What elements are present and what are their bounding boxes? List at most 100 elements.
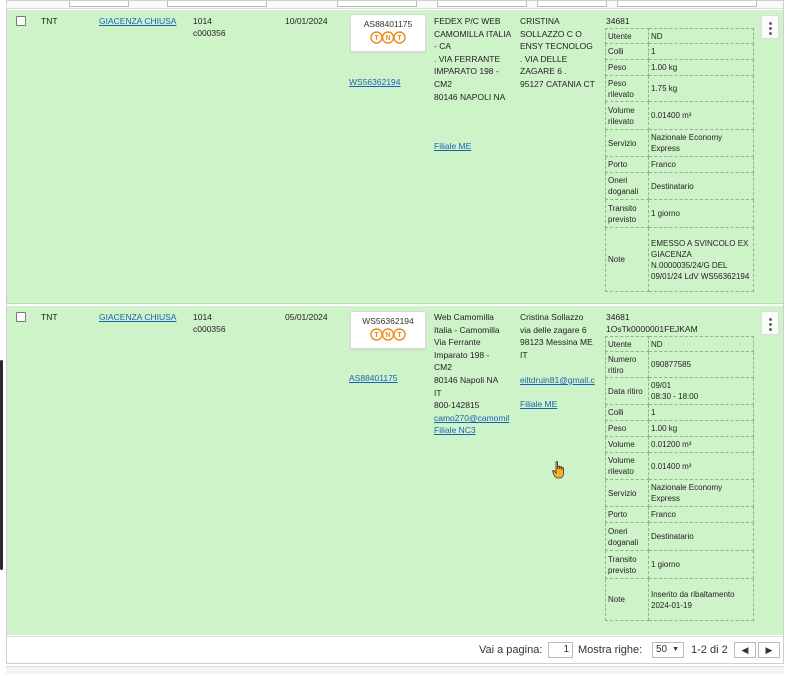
details-key: Volume rilevato [605,452,649,480]
checkbox-icon[interactable] [16,312,26,322]
horizontal-scrollbar[interactable] [6,666,784,674]
details-row: Note EMESSO A SVINCOLO EX GIACENZA N.0000… [605,227,754,292]
caret-down-icon: ▼ [672,646,679,653]
filter-input[interactable] [337,1,417,7]
carrier-name: TNT [41,16,58,26]
sender-line: Web Camomilla [434,312,494,322]
details-key: Peso rilevato [605,75,649,102]
details-key: Utente [605,28,649,44]
details-key: Transito previsto [605,550,649,579]
table-row: TNT GIACENZA CHIUSA 1014 c000356 10/01/2… [7,10,783,304]
details-key: Volume [605,436,649,453]
details-value: EMESSO A SVINCOLO EX GIACENZA N.0000035/… [648,227,754,292]
details-table: Utente ND Colli 1 Peso 1.00 kg Peso rilevat… [605,28,754,292]
sidebar-edge [0,360,3,570]
linked-waybill[interactable]: WS56362194 [349,76,401,89]
page-input[interactable]: 1 [548,642,573,658]
sender-address: Web Camomilla Italia - Camomilla Via Fer… [434,311,516,437]
sender-address: FEDEX P/C WEB CAMOMILLA ITALIA - CA . VI… [434,15,511,103]
filter-input[interactable] [537,1,607,7]
details-value: 1.00 kg [648,420,754,437]
details-row: Volume 0.01200 m³ [605,436,754,453]
customer-subcode: c000356 [193,324,226,334]
details-value: Franco [648,156,754,173]
details-header: 34681 [606,16,630,26]
details-value: Nazionale Economy Express [648,479,754,507]
sender-line: IT [434,387,442,398]
sender-email-link[interactable]: camo270@camomil [434,412,516,425]
linked-waybill[interactable]: AS88401175 [349,372,398,385]
details-row: Utente ND [605,336,754,352]
details-key: Colli [605,43,649,60]
filter-input[interactable] [69,1,129,7]
kebab-menu-icon[interactable] [761,15,779,39]
sender-line: 80146 NAPOLI NA [434,91,506,102]
tracking-code: WS56362194 [362,316,414,326]
details-value: 0.01200 m³ [648,436,754,453]
status-link[interactable]: GIACENZA CHIUSA [99,15,176,28]
details-value: 1.00 kg [648,59,754,76]
svg-text:N: N [385,35,390,42]
details-key: Note [605,227,649,292]
kebab-menu-icon[interactable] [761,311,779,335]
details-value: 1 giorno [648,550,754,579]
recipient-filiale-link[interactable]: Filiale ME [520,398,557,411]
details-value: Franco [648,506,754,523]
sender-line: 800-142815 [434,400,480,411]
recipient-line: 95127 CATANIA CT [520,78,595,89]
recipient-email-link[interactable]: eiltdruin81@gmail.c [520,374,602,387]
shipments-grid: TNT GIACENZA CHIUSA 1014 c000356 10/01/2… [6,0,784,664]
details-value: ND [648,336,754,352]
details-key: Utente [605,336,649,352]
details-key: Colli [605,404,649,421]
details-value: ND [648,28,754,44]
recipient-line: . VIA DELLE [520,53,568,64]
sender-line: CM2 [434,362,452,373]
sender-line: Italia - Camomilla [434,324,500,335]
details-value: Nazionale Economy Express [648,129,754,157]
sender-filiale-link[interactable]: Filiale NC3 [434,424,516,437]
details-row: Oneri doganali Destinatario [605,172,754,200]
details-row: Peso rilevato 1.75 kg [605,75,754,102]
recipient-address: Cristina Sollazzo via delle zagare 6 981… [520,311,593,361]
recipient-address: CRISTINA SOLLAZZO C O ENSY TECNOLOG . VI… [520,15,595,91]
recipient-line: SOLLAZZO C O [520,28,582,39]
sender-filiale-link[interactable]: Filiale ME [434,140,471,153]
details-value: 1 giorno [648,199,754,228]
svg-text:T: T [397,35,402,42]
details-row: Servizio Nazionale Economy Express [605,129,754,157]
status-link[interactable]: GIACENZA CHIUSA [99,311,176,324]
details-key: Peso [605,59,649,76]
details-row: Colli 1 [605,404,754,421]
details-key: Oneri doganali [605,172,649,200]
recipient-line: 98123 Messina ME [520,337,593,348]
chevron-left-icon[interactable]: ◀ [734,642,756,658]
recipient-line: ENSY TECNOLOG [520,41,593,52]
details-row: Servizio Nazionale Economy Express [605,479,754,507]
recipient-line: CRISTINA [520,16,560,26]
details-row: Volume rilevato 0.01400 m³ [605,452,754,480]
details-row: Transito previsto 1 giorno [605,550,754,579]
filter-input[interactable] [437,1,527,7]
details-value: 0.01400 m³ [648,452,754,480]
filter-input[interactable] [167,1,267,7]
table-row: TNT GIACENZA CHIUSA 1014 c000356 05/01/2… [7,306,783,635]
sender-line: Via Ferrante [434,337,481,348]
details-subheader: 1OsTk0000001FEJKAM [606,324,698,334]
details-value: Destinatario [648,522,754,551]
details-value: 090877585 [648,351,754,378]
details-key: Note [605,578,649,621]
tracking-code: AS88401175 [363,19,413,29]
checkbox-icon[interactable] [16,16,26,26]
details-row: Oneri doganali Destinatario [605,522,754,551]
filter-input[interactable] [617,1,757,7]
chevron-right-icon[interactable]: ▶ [758,642,780,658]
details-row: Transito previsto 1 giorno [605,199,754,228]
carrier-card[interactable]: AS88401175 T N T [350,14,426,52]
details-value: 1.75 kg [648,75,754,102]
rows-per-page-select[interactable]: 50 ▼ [652,642,684,658]
details-value: Destinatario [648,172,754,200]
carrier-card[interactable]: WS56362194 T N T [350,311,426,349]
details-row: Note Inserito da ribaltamento 2024-01-19 [605,578,754,621]
details-header: 34681 [606,312,630,322]
